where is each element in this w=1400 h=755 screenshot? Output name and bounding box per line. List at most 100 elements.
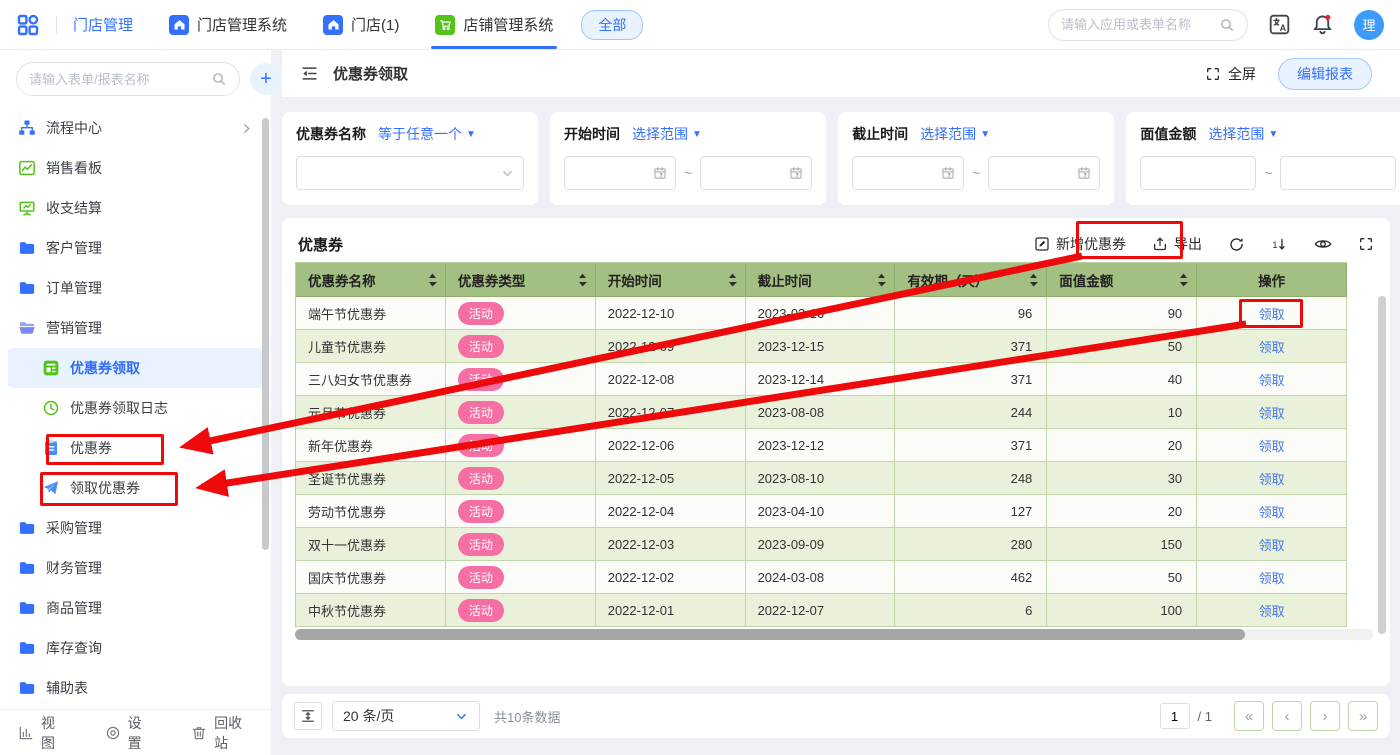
filter-operator-dropdown[interactable]: 选择范围▼ <box>632 124 702 144</box>
sidebar-item-8[interactable]: 优惠券领取日志 <box>8 388 263 428</box>
sidebar-item-11[interactable]: 采购管理 <box>8 508 263 548</box>
add-coupon-button[interactable]: 新增优惠券 <box>1034 234 1126 254</box>
table-row[interactable]: 中秋节优惠券活动2022-12-012022-12-076100领取 <box>296 594 1347 627</box>
table-row[interactable]: 元旦节优惠券活动2022-12-072023-08-0824410领取 <box>296 396 1347 429</box>
table-row[interactable]: 圣诞节优惠券活动2022-12-052023-08-1024830领取 <box>296 462 1347 495</box>
date-input-end[interactable] <box>700 156 812 190</box>
search-icon[interactable] <box>211 71 227 87</box>
app-tab-3[interactable]: 门店(1) <box>323 0 399 49</box>
receive-link[interactable]: 领取 <box>1259 403 1285 422</box>
date-input-end[interactable] <box>988 156 1100 190</box>
next-page-button[interactable]: › <box>1310 701 1340 731</box>
refresh-icon[interactable] <box>1228 236 1245 253</box>
apps-grid-icon[interactable] <box>16 0 40 49</box>
translate-icon[interactable]: A <box>1268 13 1291 36</box>
sidebar-item-12[interactable]: 财务管理 <box>8 548 263 588</box>
table-row[interactable]: 双十一优惠券活动2022-12-032023-09-09280150领取 <box>296 528 1347 561</box>
table-row[interactable]: 劳动节优惠券活动2022-12-042023-04-1012720领取 <box>296 495 1347 528</box>
export-button[interactable]: 导出 <box>1152 234 1202 254</box>
receive-link[interactable]: 领取 <box>1259 436 1285 455</box>
number-input-start[interactable] <box>1140 156 1256 190</box>
all-filter-pill[interactable]: 全部 <box>581 10 643 40</box>
filter-input-field[interactable] <box>861 166 941 181</box>
column-header-2[interactable]: 优惠券类型 <box>446 263 596 297</box>
filter-input-field[interactable] <box>1149 166 1247 181</box>
filter-select[interactable] <box>296 156 524 190</box>
date-input-start[interactable] <box>564 156 676 190</box>
sidebar-footer-1[interactable]: 视图 <box>18 713 67 753</box>
sidebar-item-2[interactable]: 销售看板 <box>8 148 263 188</box>
sidebar-footer-2[interactable]: 设置 <box>105 713 154 753</box>
table-row[interactable]: 儿童节优惠券活动2022-12-092023-12-1537150领取 <box>296 330 1347 363</box>
filter-operator-dropdown[interactable]: 等于任意一个▼ <box>378 124 476 144</box>
filter-operator-dropdown[interactable]: 选择范围▼ <box>1208 124 1278 144</box>
sidebar-item-3[interactable]: 收支结算 <box>8 188 263 228</box>
receive-link[interactable]: 领取 <box>1259 601 1285 620</box>
add-form-button[interactable]: + <box>250 63 282 95</box>
sidebar-item-9[interactable]: 优惠券 <box>8 428 263 468</box>
sidebar-item-15[interactable]: 辅助表 <box>8 668 263 708</box>
app-tab-2[interactable]: 门店管理系统 <box>169 0 287 49</box>
sort-arrows-icon[interactable] <box>428 273 437 287</box>
eye-icon[interactable] <box>1314 235 1332 253</box>
filter-input-field[interactable] <box>573 166 653 181</box>
table-row[interactable]: 三八妇女节优惠券活动2022-12-082023-12-1437140领取 <box>296 363 1347 396</box>
filter-input-field[interactable] <box>1289 166 1387 181</box>
sort-arrows-icon[interactable] <box>1179 273 1188 287</box>
menu-fold-icon[interactable] <box>300 64 319 83</box>
sidebar-item-5[interactable]: 订单管理 <box>8 268 263 308</box>
row-height-icon[interactable] <box>294 702 322 730</box>
app-tab-1[interactable]: 门店管理 <box>73 0 133 49</box>
sidebar-footer-3[interactable]: 回收站 <box>191 713 253 753</box>
number-input-end[interactable] <box>1280 156 1396 190</box>
sidebar-item-4[interactable]: 客户管理 <box>8 228 263 268</box>
sidebar-item-7[interactable]: 优惠券领取 <box>8 348 263 388</box>
date-input-start[interactable] <box>852 156 964 190</box>
table-fullscreen-icon[interactable] <box>1358 236 1374 252</box>
column-header-5[interactable]: 有效期（天） <box>895 263 1047 297</box>
receive-link[interactable]: 领取 <box>1259 502 1285 521</box>
column-header-3[interactable]: 开始时间 <box>596 263 746 297</box>
first-page-button[interactable]: « <box>1234 701 1264 731</box>
filter-operator-dropdown[interactable]: 选择范围▼ <box>920 124 990 144</box>
sidebar-item-14[interactable]: 库存查询 <box>8 628 263 668</box>
sort-arrows-icon[interactable] <box>1029 273 1038 287</box>
horizontal-scrollbar[interactable] <box>295 629 1373 640</box>
edit-report-button[interactable]: 编辑报表 <box>1278 58 1372 90</box>
prev-page-button[interactable]: ‹ <box>1272 701 1302 731</box>
fullscreen-button[interactable]: 全屏 <box>1205 64 1256 84</box>
sidebar-item-10[interactable]: 领取优惠券 <box>8 468 263 508</box>
sort-icon[interactable]: 1 <box>1271 236 1288 253</box>
horizontal-scrollbar-thumb[interactable] <box>295 629 1245 640</box>
last-page-button[interactable]: » <box>1348 701 1378 731</box>
search-icon[interactable] <box>1219 17 1235 33</box>
receive-link[interactable]: 领取 <box>1259 535 1285 554</box>
column-header-4[interactable]: 截止时间 <box>746 263 896 297</box>
receive-link[interactable]: 领取 <box>1259 304 1285 323</box>
column-header-6[interactable]: 面值金额 <box>1047 263 1197 297</box>
sort-arrows-icon[interactable] <box>728 273 737 287</box>
column-header-1[interactable]: 优惠券名称 <box>296 263 446 297</box>
sidebar-search-input[interactable] <box>29 72 205 87</box>
avatar[interactable]: 理 <box>1354 10 1384 40</box>
table-row[interactable]: 国庆节优惠券活动2022-12-022024-03-0846250领取 <box>296 561 1347 594</box>
sort-arrows-icon[interactable] <box>578 273 587 287</box>
receive-link[interactable]: 领取 <box>1259 337 1285 356</box>
receive-link[interactable]: 领取 <box>1259 469 1285 488</box>
page-number-input[interactable] <box>1160 703 1190 729</box>
vertical-scrollbar[interactable] <box>1378 296 1386 634</box>
sidebar-item-1[interactable]: 流程中心 <box>8 108 263 148</box>
table-row[interactable]: 端午节优惠券活动2022-12-102023-03-169690领取 <box>296 297 1347 330</box>
global-search-input[interactable] <box>1061 17 1213 32</box>
sidebar-scrollbar[interactable] <box>262 118 269 550</box>
table-row[interactable]: 新年优惠券活动2022-12-062023-12-1237120领取 <box>296 429 1347 462</box>
sort-arrows-icon[interactable] <box>877 273 886 287</box>
receive-link[interactable]: 领取 <box>1259 568 1285 587</box>
sidebar-item-6[interactable]: 营销管理 <box>8 308 263 348</box>
column-header-7[interactable]: 操作 <box>1197 263 1347 297</box>
bell-icon[interactable] <box>1311 13 1334 36</box>
app-tab-4[interactable]: 店铺管理系统 <box>435 0 553 49</box>
filter-input-field[interactable] <box>997 166 1077 181</box>
receive-link[interactable]: 领取 <box>1259 370 1285 389</box>
sidebar-item-13[interactable]: 商品管理 <box>8 588 263 628</box>
